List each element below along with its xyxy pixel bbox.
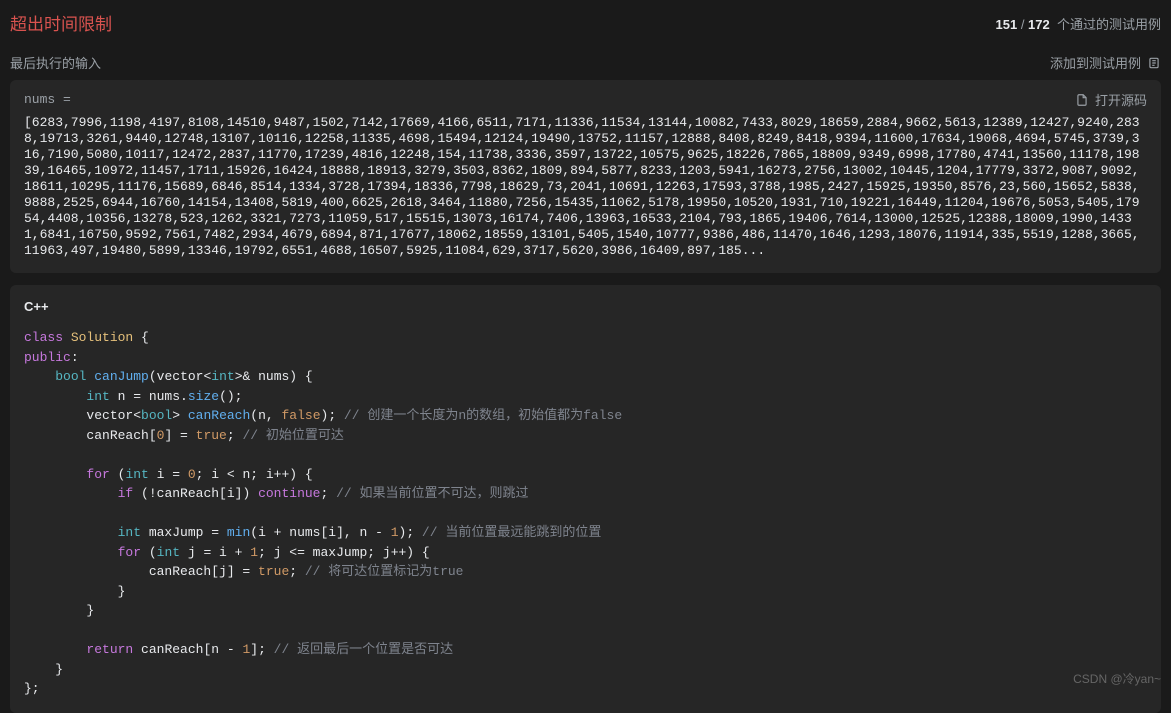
watermark: CSDN @冷yan~ (1073, 670, 1161, 687)
code-block[interactable]: class Solution { public: bool canJump(ve… (24, 328, 1147, 699)
last-input-label: 最后执行的输入 (10, 53, 101, 72)
stats-suffix: 个通过的测试用例 (1057, 17, 1161, 32)
add-testcase-label: 添加到测试用例 (1050, 53, 1141, 72)
subheader-row: 最后执行的输入 添加到测试用例 (10, 53, 1161, 72)
code-panel: C++ class Solution { public: bool canJum… (10, 285, 1161, 713)
input-value[interactable]: [6283,7996,1198,4197,8108,14510,9487,150… (24, 115, 1147, 259)
total-count: 172 (1028, 17, 1050, 32)
input-panel: nums = 打开源码 [6283,7996,1198,4197,8108,14… (10, 80, 1161, 273)
passed-count: 151 (996, 17, 1018, 32)
input-var-label: nums = (24, 92, 71, 107)
open-source-label: 打开源码 (1095, 90, 1147, 109)
test-stats: 151 / 172 个通过的测试用例 (996, 14, 1162, 33)
add-testcase-button[interactable]: 添加到测试用例 (1050, 53, 1161, 72)
status-title: 超出时间限制 (10, 10, 112, 35)
file-icon (1075, 93, 1089, 107)
open-source-button[interactable]: 打开源码 (1075, 90, 1147, 109)
add-testcase-icon (1147, 56, 1161, 70)
result-header: 超出时间限制 151 / 172 个通过的测试用例 (10, 10, 1161, 35)
input-panel-head: nums = 打开源码 (24, 90, 1147, 109)
language-label: C++ (24, 299, 1147, 314)
